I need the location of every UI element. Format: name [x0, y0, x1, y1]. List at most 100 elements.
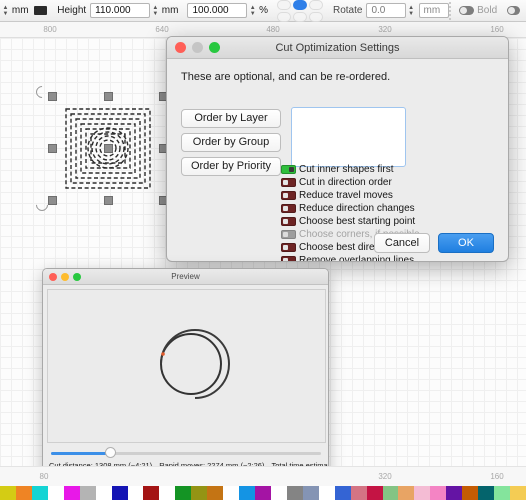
- resize-handle-w[interactable]: [48, 144, 57, 153]
- toggle-switch-icon[interactable]: [281, 164, 296, 174]
- resize-handle-s[interactable]: [104, 196, 113, 205]
- toggle-switch-icon[interactable]: [281, 190, 296, 200]
- palette-swatch[interactable]: [366, 486, 383, 500]
- center-handle[interactable]: [104, 144, 113, 153]
- palette-swatch[interactable]: [127, 486, 144, 500]
- palette-swatch[interactable]: [47, 486, 64, 500]
- minimize-icon[interactable]: [192, 42, 203, 53]
- rotate-unit-field[interactable]: mm: [418, 3, 450, 18]
- resize-handle-n[interactable]: [104, 92, 113, 101]
- height-stepper[interactable]: ▲ ▼: [152, 4, 159, 18]
- palette-swatch[interactable]: [223, 486, 240, 500]
- palette-swatch[interactable]: [159, 486, 176, 500]
- dialog-titlebar[interactable]: Cut Optimization Settings: [167, 37, 508, 59]
- order-by-layer-button[interactable]: Order by Layer: [181, 109, 281, 128]
- color-swatch[interactable]: [33, 6, 48, 15]
- palette-swatch[interactable]: [318, 486, 335, 500]
- palette-swatch[interactable]: [63, 486, 80, 500]
- top-toolbar: ▲ ▼ mm Height 110.000 ▲ ▼ mm 100.000 ▲ ▼ % …: [0, 0, 526, 22]
- palette-swatch[interactable]: [350, 486, 367, 500]
- option-label: Reduce direction changes: [299, 202, 415, 214]
- ruler-top-tick-1: 640: [155, 25, 169, 34]
- ruler-top-tick-0: 800: [43, 25, 57, 34]
- ruler-top-tick-2: 480: [266, 25, 280, 34]
- palette-swatch[interactable]: [95, 486, 112, 500]
- palette-swatch[interactable]: [478, 486, 495, 500]
- anchor-top-center[interactable]: [293, 0, 307, 10]
- palette-swatch[interactable]: [510, 486, 526, 500]
- height-input[interactable]: 110.000: [90, 3, 150, 18]
- anchor-bottom-center[interactable]: [293, 11, 307, 22]
- minimize-icon[interactable]: [61, 272, 69, 281]
- palette-swatch[interactable]: [382, 486, 399, 500]
- palette-swatch[interactable]: [207, 486, 224, 500]
- scale-stepper[interactable]: ▲ ▼: [249, 4, 256, 18]
- anchor-point-grid[interactable]: [277, 0, 323, 22]
- preview-window-controls[interactable]: [49, 272, 81, 281]
- palette-swatch[interactable]: [446, 486, 463, 500]
- preview-titlebar[interactable]: Preview: [43, 269, 328, 285]
- maximize-icon[interactable]: [209, 42, 220, 53]
- bold-toggle[interactable]: Bold: [459, 5, 497, 16]
- order-list-box[interactable]: [291, 107, 406, 167]
- palette-swatch[interactable]: [31, 486, 48, 500]
- anchor-top-right[interactable]: [309, 0, 323, 10]
- option-reduce-direction-changes[interactable]: Reduce direction changes: [281, 202, 420, 214]
- option-cut-in-direction-order[interactable]: Cut in direction order: [281, 176, 420, 188]
- order-by-group-button[interactable]: Order by Group: [181, 133, 281, 152]
- rotate-stepper[interactable]: ▲ ▼: [408, 4, 415, 18]
- palette-swatch[interactable]: [255, 486, 271, 500]
- palette-swatch[interactable]: [111, 486, 128, 500]
- playback-timeline-slider[interactable]: [51, 447, 321, 459]
- palette-swatch[interactable]: [414, 486, 431, 500]
- close-icon[interactable]: [49, 272, 57, 281]
- rotate-input[interactable]: 0.0: [366, 3, 406, 18]
- maximize-icon[interactable]: [73, 272, 81, 281]
- toggle-switch-icon[interactable]: [281, 216, 296, 226]
- palette-swatch[interactable]: [175, 486, 192, 500]
- option-cut-inner-shapes-first[interactable]: Cut inner shapes first: [281, 163, 420, 175]
- toggle-switch-icon[interactable]: [281, 203, 296, 213]
- resize-handle-sw[interactable]: [48, 196, 57, 205]
- unit-stepper-left[interactable]: ▲ ▼: [2, 4, 9, 18]
- toggle-switch-icon[interactable]: [281, 242, 296, 252]
- resize-handle-nw[interactable]: [48, 92, 57, 101]
- palette-swatch[interactable]: [286, 486, 303, 500]
- palette-swatch[interactable]: [494, 486, 510, 500]
- palette-swatch[interactable]: [239, 486, 255, 500]
- option-label: Cut in direction order: [299, 176, 392, 188]
- palette-swatch[interactable]: [79, 486, 96, 500]
- scale-input[interactable]: 100.000: [187, 3, 248, 18]
- palette-swatch[interactable]: [191, 486, 208, 500]
- anchor-bottom-left[interactable]: [277, 11, 291, 22]
- palette-swatch[interactable]: [15, 486, 32, 500]
- option-remove-overlapping-lines[interactable]: Remove overlapping lines: [281, 254, 420, 261]
- extra-toggle-icon[interactable]: [507, 6, 520, 15]
- color-palette-bar[interactable]: [0, 486, 526, 500]
- palette-swatch[interactable]: [462, 486, 479, 500]
- toggle-switch-icon[interactable]: [281, 177, 296, 187]
- anchor-top-left[interactable]: [277, 0, 291, 10]
- close-icon[interactable]: [175, 42, 186, 53]
- anchor-bottom-right[interactable]: [309, 11, 323, 22]
- order-by-priority-button[interactable]: Order by Priority: [181, 157, 281, 176]
- preview-canvas[interactable]: [47, 289, 326, 443]
- scale-unit-label: %: [259, 5, 268, 16]
- option-reduce-travel-moves[interactable]: Reduce travel moves: [281, 189, 420, 201]
- option-choose-best-starting-point[interactable]: Choose best starting point: [281, 215, 420, 227]
- palette-swatch[interactable]: [270, 486, 287, 500]
- palette-swatch[interactable]: [143, 486, 160, 500]
- selected-shape-group[interactable]: [33, 83, 183, 214]
- ok-button[interactable]: OK: [438, 233, 494, 253]
- cancel-button[interactable]: Cancel: [374, 233, 430, 253]
- palette-swatch[interactable]: [334, 486, 351, 500]
- slider-knob[interactable]: [105, 447, 116, 458]
- palette-swatch[interactable]: [302, 486, 319, 500]
- toggle-switch-icon[interactable]: [281, 255, 296, 261]
- dialog-window-controls[interactable]: [175, 42, 220, 53]
- toolbar-overflow-handle[interactable]: [449, 1, 452, 20]
- palette-swatch[interactable]: [0, 486, 16, 500]
- palette-swatch[interactable]: [398, 486, 415, 500]
- ruler-bottom-tick-2: 160: [490, 472, 504, 481]
- palette-swatch[interactable]: [430, 486, 447, 500]
